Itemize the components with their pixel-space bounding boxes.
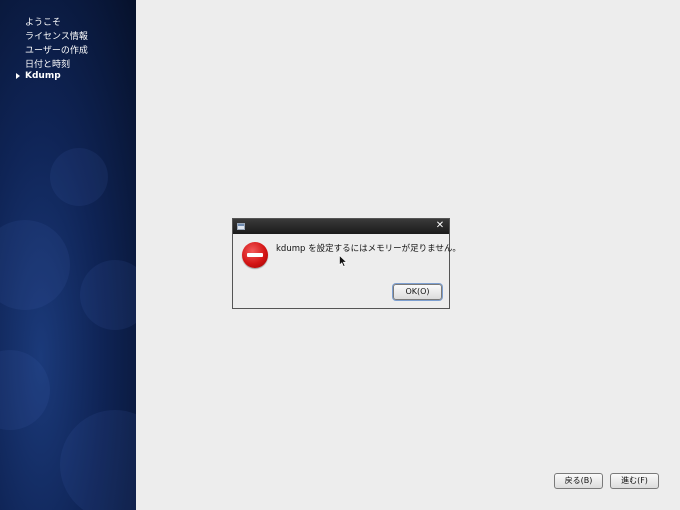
- ok-button[interactable]: OK(O): [393, 284, 442, 300]
- sidebar-item-create-user: ユーザーの作成: [25, 46, 88, 56]
- sidebar-item-kdump: Kdump: [25, 71, 61, 81]
- dialog-message: kdump を設定するにはメモリーが足りません。: [276, 244, 461, 254]
- sidebar-decoration: [80, 260, 136, 330]
- next-button[interactable]: 進む(F): [610, 473, 659, 489]
- error-icon: [242, 242, 268, 268]
- sidebar: ようこそ ライセンス情報 ユーザーの作成 日付と時刻 Kdump: [0, 0, 136, 510]
- current-step-arrow-icon: [16, 73, 20, 79]
- sidebar-item-date-time: 日付と時刻: [25, 60, 71, 70]
- sidebar-decoration: [0, 350, 50, 430]
- sidebar-item-welcome: ようこそ: [25, 18, 62, 28]
- mouse-cursor-icon: [339, 255, 347, 267]
- back-button[interactable]: 戻る(B): [554, 473, 603, 489]
- sidebar-decoration: [60, 410, 136, 510]
- sidebar-decoration: [50, 148, 108, 206]
- dialog-titlebar[interactable]: ✕: [233, 219, 449, 234]
- sidebar-decoration: [0, 220, 70, 310]
- sidebar-item-license: ライセンス情報: [25, 32, 88, 42]
- close-button[interactable]: ✕: [434, 220, 446, 232]
- window-icon: [237, 223, 245, 230]
